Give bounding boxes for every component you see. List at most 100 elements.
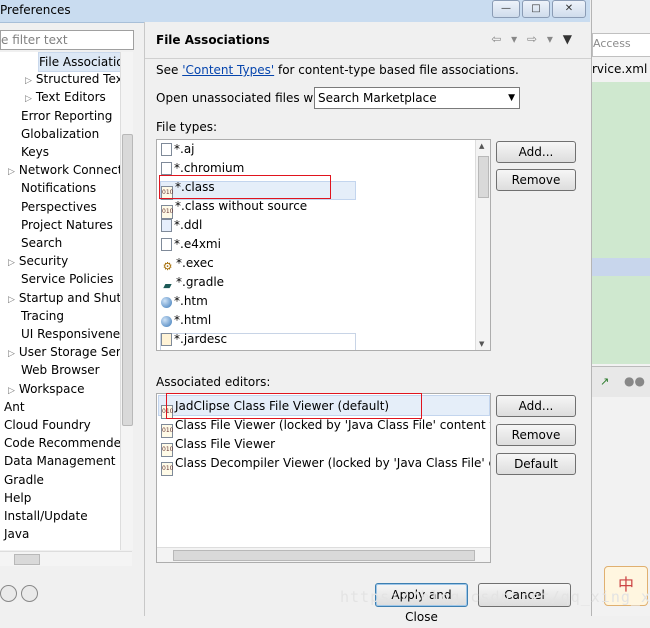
tree-item-label: User Storage Serv — [18, 345, 120, 360]
editor-row[interactable]: 010 Class File Viewer — [161, 435, 275, 457]
tree-item[interactable]: ▷ Security — [8, 252, 68, 270]
tree-vertical-scrollbar[interactable] — [120, 52, 133, 550]
back-arrow-icon[interactable]: ⇦ ▾ — [491, 32, 520, 46]
tree-item-label: Search — [21, 236, 63, 250]
editors-scroll-thumb[interactable] — [173, 550, 475, 561]
maximize-button[interactable]: □ — [522, 0, 550, 18]
tree-item[interactable]: Java — [4, 525, 29, 543]
tree-item[interactable]: Search — [21, 234, 62, 252]
file-type-row[interactable]: 010 *.class without source — [161, 197, 307, 219]
toolbar-settings-icon[interactable]: ●● — [624, 374, 645, 388]
scroll-down-icon[interactable]: ▼ — [479, 340, 484, 348]
file-type-row[interactable]: ▰ *.gradle — [161, 273, 224, 292]
file-type-row[interactable]: *.htm — [161, 292, 208, 311]
forward-arrow-icon[interactable]: ⇨ ▾ — [527, 32, 556, 46]
expand-arrow-icon[interactable]: ▷ — [25, 94, 32, 104]
window-title: Preferences — [0, 3, 71, 17]
file-type-remove-button[interactable]: Remove — [496, 169, 576, 191]
tree-item[interactable]: Help — [4, 489, 31, 507]
content-types-link[interactable]: 'Content Types' — [182, 63, 274, 77]
tree-item[interactable]: Tracing — [21, 307, 64, 325]
file-type-row[interactable]: *.e4xmi — [161, 235, 221, 254]
editor-tab[interactable]: rvice.xml — [592, 62, 647, 76]
file-type-row[interactable]: *.jardesc — [161, 330, 227, 349]
tree-item[interactable]: ▷ Text Editors — [25, 88, 106, 106]
file-type-row[interactable]: ⚙ *.exec — [161, 254, 214, 273]
tree-item[interactable]: Perspectives — [21, 198, 97, 216]
tree-item[interactable]: ▷ User Storage Serv — [8, 343, 120, 361]
tree-item[interactable]: ▷ Structured Text — [25, 70, 120, 88]
tree-item[interactable]: Project Natures — [21, 216, 113, 234]
scroll-up-icon[interactable]: ▲ — [479, 142, 484, 150]
expand-arrow-icon[interactable]: ▷ — [8, 349, 15, 359]
editor-remove-button[interactable]: Remove — [496, 424, 576, 446]
expand-arrow-icon[interactable]: ▷ — [8, 386, 15, 396]
tree-item[interactable]: Globalization — [21, 125, 99, 143]
tree-item-label: Service Policies — [21, 272, 114, 287]
editor-area-lower — [592, 276, 650, 364]
toolbar-icon[interactable]: ↗ — [600, 375, 609, 388]
help-icon[interactable] — [0, 585, 17, 602]
file-type-add-button[interactable]: Add... — [496, 141, 576, 163]
tree-horizontal-scrollbar[interactable] — [0, 551, 132, 566]
quick-access-input[interactable]: Access — [592, 33, 650, 57]
close-button[interactable]: ✕ — [552, 0, 586, 18]
file-type-row[interactable]: *.ddl — [161, 216, 202, 235]
filter-input[interactable]: e filter text — [0, 30, 134, 50]
file-types-scrollbar[interactable]: ▲ ▼ — [475, 140, 490, 350]
highlight-box — [166, 393, 422, 419]
tree-item[interactable]: Code Recommenders — [4, 434, 120, 452]
background-editor: Access rvice.xml ↗ ●● 中 — [591, 0, 650, 616]
tree-item[interactable]: Web Browser — [21, 361, 100, 379]
tree-item[interactable]: Keys — [21, 143, 49, 161]
file-types-list[interactable]: ▲ ▼ *.aj *.chromium 010 *.class 010 *.class w… — [156, 139, 491, 351]
tree-item-label: Web Browser — [21, 363, 100, 378]
preference-page: File Associations ⇦ ▾ ⇨ ▾ ▼ See 'Content… — [144, 22, 591, 624]
file-type-row[interactable]: *.html — [161, 311, 211, 330]
tree-hscroll-thumb[interactable] — [14, 554, 40, 565]
tree-item[interactable]: Cloud Foundry — [4, 416, 91, 434]
tree-item-label: File Associatio — [39, 55, 120, 69]
tree-item-label: Install/Update — [4, 509, 88, 523]
expand-arrow-icon[interactable]: ▷ — [8, 295, 15, 305]
import-export-icon[interactable] — [21, 585, 38, 602]
editor-label: Class Decompiler Viewer (locked by 'Java… — [175, 456, 490, 470]
tree-item[interactable]: ▷ Startup and Shutd — [8, 289, 120, 307]
editor-row[interactable]: 010 Class Decompiler Viewer (locked by 'J… — [161, 454, 490, 476]
tree-item[interactable]: Notifications — [21, 179, 96, 197]
tree-item[interactable]: Install/Update — [4, 507, 88, 525]
tree-item[interactable]: Gradle — [4, 471, 44, 489]
tree-item[interactable]: Error Reporting — [21, 107, 112, 125]
file-icon — [161, 162, 172, 175]
tree-item[interactable]: Service Policies — [21, 270, 114, 288]
open-unassociated-select[interactable]: Search Marketplace ▼ — [314, 87, 520, 109]
file-type-row[interactable]: *.aj — [161, 140, 195, 159]
file-type-label: *.chromium — [174, 161, 245, 175]
tree-item[interactable]: File Associatio — [38, 52, 120, 72]
tree-item[interactable]: UI Responsiveness — [21, 325, 120, 343]
editor-default-button[interactable]: Default — [496, 453, 576, 475]
tree-item[interactable]: Ant — [4, 398, 25, 416]
editor-add-button[interactable]: Add... — [496, 395, 576, 417]
jar-file-icon — [161, 333, 172, 346]
tree-item[interactable]: ▷ Network Connecti — [8, 161, 120, 179]
tree-item-label: Startup and Shutd — [18, 290, 120, 305]
page-navigation: ⇦ ▾ ⇨ ▾ ▼ — [491, 32, 575, 46]
view-menu-icon[interactable]: ▼ — [563, 32, 575, 46]
file-icon — [161, 238, 172, 251]
tree-item[interactable]: ▷ Workspace — [8, 380, 85, 398]
tree-item-label: Java — [4, 527, 30, 542]
minimize-button[interactable]: — — [492, 0, 520, 18]
preferences-tree: File Associatio ▷ Structured Text ▷ Text Edi… — [0, 52, 120, 550]
description: See 'Content Types' for content-type bas… — [156, 63, 519, 77]
tree-item[interactable]: Data Management — [4, 452, 116, 470]
tree-item-label: Help — [4, 490, 32, 505]
expand-arrow-icon[interactable]: ▷ — [8, 258, 15, 268]
tree-item-label: Ant — [4, 399, 25, 414]
tree-scroll-thumb[interactable] — [122, 134, 133, 426]
file-type-label: *.aj — [174, 142, 195, 156]
expand-arrow-icon[interactable]: ▷ — [8, 167, 15, 177]
file-types-scroll-thumb[interactable] — [478, 156, 489, 198]
editors-horizontal-scrollbar[interactable] — [157, 547, 490, 562]
expand-arrow-icon[interactable]: ▷ — [25, 76, 32, 86]
